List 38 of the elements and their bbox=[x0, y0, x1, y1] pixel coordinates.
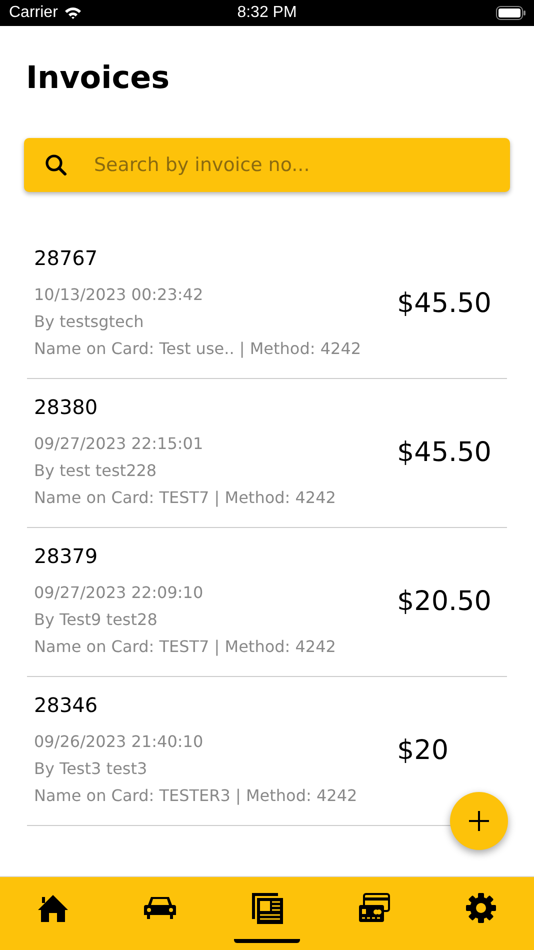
invoice-date: 09/27/2023 22:09:10 bbox=[34, 582, 204, 604]
card-details-text: Name on Card: TEST7 | Method: 4242 bbox=[34, 486, 336, 509]
invoice-number: 28767 bbox=[34, 244, 99, 270]
carrier-label: Carrier bbox=[9, 4, 58, 22]
battery-icon bbox=[496, 6, 526, 20]
home-icon bbox=[37, 893, 70, 923]
invoice-number: 28379 bbox=[34, 542, 99, 568]
plus-icon bbox=[468, 810, 490, 832]
document-icon bbox=[250, 892, 283, 924]
invoice-amount: $20.50 bbox=[397, 586, 492, 616]
invoice-amount: $45.50 bbox=[397, 288, 492, 318]
invoice-row[interactable]: 28379 09/27/2023 22:09:10 By Test9 test28 Name on Card: TEST7 | Method: 4242 $20.50 bbox=[27, 528, 507, 677]
invoice-row[interactable]: 28380 09/27/2023 22:15:01 By test test228 Name on Card: TEST7 | Method: 4242 $45.50 bbox=[27, 379, 507, 528]
invoice-author: By testsgtech bbox=[34, 310, 145, 332]
wifi-icon bbox=[64, 6, 82, 20]
invoice-author: By Test3 test3 bbox=[34, 758, 148, 780]
invoice-date: 09/27/2023 22:15:01 bbox=[34, 432, 204, 454]
invoice-number: 28346 bbox=[34, 692, 99, 718]
card-details-text: Name on Card: TESTER3 | Method: 4242 bbox=[34, 784, 358, 807]
card-details-text: Name on Card: TEST7 | Method: 4242 bbox=[34, 636, 336, 658]
page-title: Invoices bbox=[26, 59, 171, 98]
clock-time: 8:32 PM bbox=[237, 4, 297, 22]
invoice-date: 09/26/2023 21:40:10 bbox=[34, 730, 204, 752]
search-icon bbox=[44, 153, 68, 177]
search-field[interactable]: Search by invoice no... bbox=[92, 153, 490, 177]
invoice-amount: $20 bbox=[397, 734, 450, 766]
invoice-amount: $45.50 bbox=[397, 436, 492, 468]
invoice-row[interactable]: 28767 10/13/2023 00:23:42 By testsgtech Name on Card: Test use.. | Method: 4242 $45.50 bbox=[27, 230, 507, 379]
add-button[interactable] bbox=[450, 792, 508, 850]
invoice-author: By test test228 bbox=[34, 460, 158, 482]
invoice-author: By Test9 test28 bbox=[34, 608, 158, 630]
search-bar[interactable]: Search by invoice no... bbox=[24, 138, 510, 192]
invoice-date: 10/13/2023 00:23:42 bbox=[34, 284, 204, 306]
settings-icon bbox=[464, 892, 497, 924]
credit-cards-icon bbox=[358, 893, 390, 923]
invoice-number: 28380 bbox=[34, 394, 99, 420]
card-details-text: Name on Card: Test use.. | Method: 4242 bbox=[34, 338, 362, 360]
car-icon bbox=[144, 895, 176, 921]
